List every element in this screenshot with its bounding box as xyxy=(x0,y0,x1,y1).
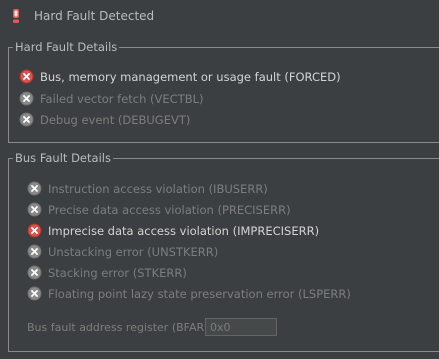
error-x-icon xyxy=(19,69,34,84)
fault-item-label: Instruction access violation (IBUSERR) xyxy=(48,182,268,196)
error-x-icon xyxy=(27,244,42,259)
fault-item-label: Precise data access violation (PRECISERR… xyxy=(48,203,291,217)
fault-item-label: Stacking error (STKERR) xyxy=(48,266,187,280)
hard-fault-details-legend: Hard Fault Details xyxy=(15,40,118,54)
fault-item-label: Debug event (DEBUGEVT) xyxy=(40,113,191,127)
fault-item-label: Unstacking error (UNSTKERR) xyxy=(48,245,219,259)
error-x-icon xyxy=(27,265,42,280)
error-x-icon xyxy=(19,91,34,106)
error-x-icon xyxy=(27,181,42,196)
error-x-icon xyxy=(19,112,34,127)
fault-item-label: Failed vector fetch (VECTBL) xyxy=(40,92,204,106)
error-x-icon xyxy=(27,286,42,301)
bus-fault-details-legend: Bus Fault Details xyxy=(15,151,111,165)
error-icon xyxy=(9,8,23,24)
dialog-title: Hard Fault Detected xyxy=(34,9,155,23)
fault-item-label: Bus, memory management or usage fault (F… xyxy=(40,70,341,84)
bfar-label: Bus fault address register (BFAR): xyxy=(27,321,213,334)
bfar-field[interactable] xyxy=(205,318,277,336)
error-x-icon xyxy=(27,202,42,217)
fault-item-label: Floating point lazy state preservation e… xyxy=(48,287,351,301)
error-x-icon xyxy=(27,223,42,238)
hard-fault-dialog: Hard Fault Detected Hard Fault Details B… xyxy=(0,0,439,359)
fault-item-label: Imprecise data access violation (IMPRECI… xyxy=(48,224,320,238)
dialog-header: Hard Fault Detected xyxy=(0,0,439,34)
